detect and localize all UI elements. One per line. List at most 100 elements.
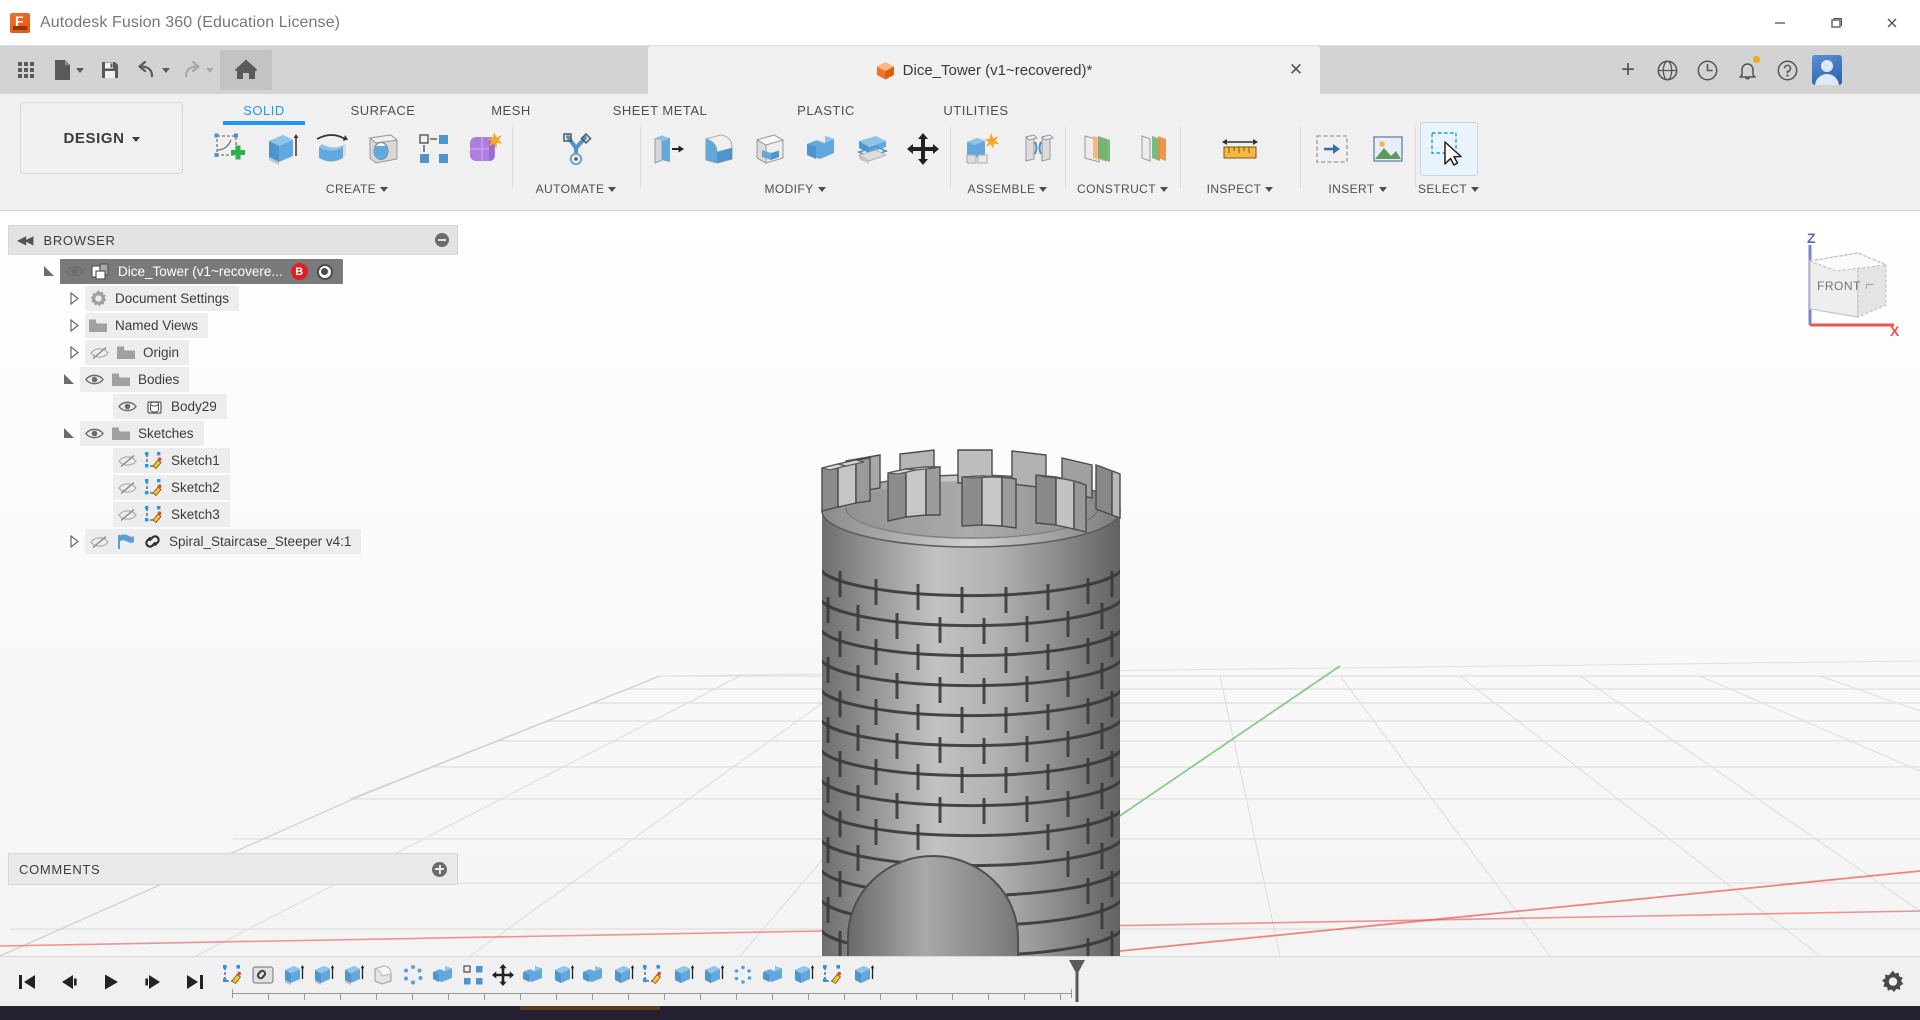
timeline-extrude-icon[interactable] [698,959,728,991]
visibility-hidden-eye-icon[interactable] [113,502,141,527]
timeline-extrude-icon[interactable] [548,959,578,991]
new-component-button[interactable] [953,122,1011,176]
view-cube[interactable]: Z X FRONT L [1786,229,1906,339]
combine-button[interactable] [796,122,845,176]
activate-component-radio[interactable] [317,264,333,280]
timeline-circular-pattern-icon[interactable] [398,959,428,991]
offset-face-button[interactable] [847,122,896,176]
timeline-sketch-icon[interactable] [218,959,248,991]
timeline-extrude-icon[interactable] [788,959,818,991]
close-icon[interactable] [1864,0,1920,46]
extrude-button[interactable] [256,122,305,176]
tab-sheet-metal[interactable]: SHEET METAL [574,97,746,123]
close-tab-icon[interactable]: ✕ [1286,60,1306,80]
twisty-open-icon[interactable] [38,259,60,284]
globe-icon[interactable] [1650,53,1684,87]
tree-item-root[interactable]: Dice_Tower (v1~recovere... B [8,259,458,284]
visibility-eye-icon[interactable] [80,367,108,392]
step-forward-button[interactable] [136,965,170,999]
panel-label-assemble[interactable]: ASSEMBLE [968,182,1048,196]
visibility-hidden-eye-icon[interactable] [113,475,141,500]
tab-utilities[interactable]: UTILITIES [906,97,1046,123]
timeline-settings-gear-icon[interactable] [1880,969,1906,995]
timeline-extrude-icon[interactable] [608,959,638,991]
revolve-button[interactable] [307,122,356,176]
create-sketch-button[interactable] [205,122,254,176]
timeline-sketch-icon[interactable] [818,959,848,991]
tree-item-sketch2[interactable]: Sketch2 [8,475,458,500]
visibility-hidden-eye-icon[interactable] [85,529,113,554]
visibility-eye-icon[interactable] [113,394,141,419]
tab-mesh[interactable]: MESH [448,97,574,123]
viewport-3d[interactable]: ◀◀ BROWSER [0,211,1920,956]
timeline-combine-icon[interactable] [578,959,608,991]
timeline-extrude-icon[interactable] [308,959,338,991]
rectangular-pattern-button[interactable] [409,122,458,176]
panel-label-modify[interactable]: MODIFY [764,182,825,196]
workspace-switcher[interactable]: DESIGN [20,102,183,174]
twisty-open-icon[interactable] [58,421,80,446]
grid-apps-icon[interactable] [6,50,46,90]
timeline-extrude-icon[interactable] [668,959,698,991]
panel-label-select[interactable]: SELECT [1418,182,1479,196]
tree-item-body29[interactable]: Body29 [8,394,458,419]
timeline-circular-pattern-icon[interactable] [728,959,758,991]
tree-item-bodies[interactable]: Bodies [8,367,458,392]
tree-item-sketch3[interactable]: Sketch3 [8,502,458,527]
automate-button[interactable] [547,122,605,176]
twisty-closed-icon[interactable] [63,340,85,365]
clock-icon[interactable] [1690,53,1724,87]
shell-button[interactable] [745,122,794,176]
move-copy-button[interactable] [898,122,947,176]
go-to-end-button[interactable] [178,965,212,999]
timeline-marker-icon[interactable] [1068,959,1086,1003]
tree-item-spiral-staircase[interactable]: Spiral_Staircase_Steeper v4:1 [8,529,458,554]
tree-item-document-settings[interactable]: Document Settings [8,286,458,311]
bell-icon[interactable] [1730,53,1764,87]
timeline-fillet-icon[interactable] [368,959,398,991]
twisty-closed-icon[interactable] [63,286,85,311]
timeline-move-icon[interactable] [488,959,518,991]
visibility-eye-icon[interactable] [60,259,88,284]
fillet-button[interactable] [694,122,743,176]
joint-button[interactable] [1013,122,1062,176]
tree-item-named-views[interactable]: Named Views [8,313,458,338]
tab-plastic[interactable]: PLASTIC [746,97,906,123]
comments-panel[interactable]: COMMENTS [8,853,458,885]
go-to-beginning-button[interactable] [10,965,44,999]
insert-image-button[interactable] [1363,122,1412,176]
save-floppy-icon[interactable] [90,50,130,90]
timeline-extrude-icon[interactable] [848,959,878,991]
twisty-closed-icon[interactable] [63,529,85,554]
twisty-closed-icon[interactable] [63,313,85,338]
timeline-extrude-icon[interactable] [278,959,308,991]
play-button[interactable] [94,965,128,999]
timeline-combine-icon[interactable] [518,959,548,991]
collapse-left-icon[interactable]: ◀◀ [17,233,31,247]
visibility-eye-icon[interactable] [80,421,108,446]
tab-surface[interactable]: SURFACE [318,97,448,123]
add-comment-icon[interactable] [432,862,447,877]
timeline-combine-icon[interactable] [758,959,788,991]
step-back-button[interactable] [52,965,86,999]
timeline-linked-icon[interactable] [248,959,278,991]
hole-button[interactable] [358,122,407,176]
redo-arrow-icon[interactable] [176,50,218,90]
minimize-circle-icon[interactable] [435,233,449,247]
panel-label-construct[interactable]: CONSTRUCT [1077,182,1168,196]
tree-item-origin[interactable]: Origin [8,340,458,365]
minimize-icon[interactable] [1752,0,1808,46]
offset-plane-button[interactable] [1068,122,1126,176]
timeline-sketch-icon[interactable] [638,959,668,991]
panel-label-create[interactable]: CREATE [326,182,388,196]
insert-derive-button[interactable] [1303,122,1361,176]
tab-solid[interactable]: SOLID [210,97,318,123]
plane-angle-button[interactable] [1128,122,1177,176]
new-tab-button[interactable]: + [1608,46,1648,94]
panel-label-automate[interactable]: AUTOMATE [536,182,617,196]
maximize-restore-icon[interactable] [1808,0,1864,46]
press-pull-button[interactable] [643,122,692,176]
timeline-rect-pattern-icon[interactable] [458,959,488,991]
document-tab[interactable]: Dice_Tower (v1~recovered)* ✕ [648,46,1320,94]
timeline-combine-icon[interactable] [428,959,458,991]
